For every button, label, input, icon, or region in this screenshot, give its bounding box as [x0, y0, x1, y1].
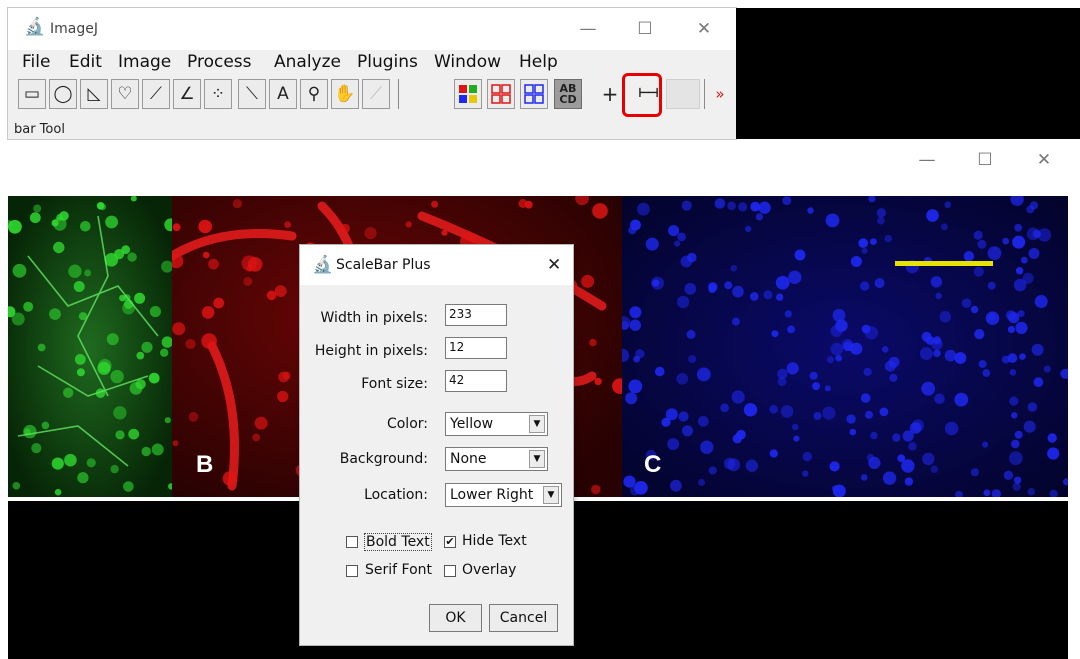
microscope-icon: 🔬 [312, 255, 334, 275]
scale-bar [895, 261, 993, 266]
background-select[interactable]: None ▼ [445, 447, 548, 471]
location-select-value: Lower Right [450, 487, 534, 503]
polygon-tool[interactable]: ◺ [80, 79, 108, 109]
oval-tool[interactable]: ◯ [49, 79, 77, 109]
line-tool[interactable]: ⟋ [142, 79, 170, 109]
dialog-title: ScaleBar Plus [336, 257, 431, 273]
chevron-down-icon: ▼ [529, 415, 545, 433]
blue-grid-icon [524, 84, 544, 104]
minimize-button[interactable]: — [568, 19, 608, 39]
red-grid-icon [491, 84, 511, 104]
green-channel-panel [8, 196, 172, 498]
menu-window[interactable]: Window [434, 52, 501, 72]
menu-process[interactable]: Process [187, 52, 252, 72]
image-minimize-button[interactable]: — [907, 150, 947, 170]
empty-tool-slot [666, 79, 700, 109]
menu-file[interactable]: File [22, 52, 50, 72]
more-tools-button[interactable]: » [706, 79, 734, 109]
dropper-tool[interactable]: ⟋ [362, 79, 390, 109]
bold-text-label: Bold Text [364, 533, 432, 551]
status-bar: bar Tool [14, 122, 65, 137]
image-window-titlebar: — ☐ ✕ [0, 142, 1080, 192]
label-tool-line2: CD [559, 93, 577, 106]
background-black [736, 8, 1080, 139]
stack-tool[interactable] [487, 79, 515, 109]
channels-tool[interactable] [454, 79, 482, 109]
panel-b-label: B [196, 451, 213, 478]
blue-channel-panel: C [622, 196, 1068, 498]
color-select-value: Yellow [450, 416, 494, 432]
menu-bar: File Edit Image Process Analyze Plugins … [8, 50, 736, 75]
rectangle-tool[interactable]: ▭ [18, 79, 46, 109]
menu-image[interactable]: Image [118, 52, 171, 72]
crosshair-tool[interactable]: + [596, 79, 624, 109]
menu-help[interactable]: Help [519, 52, 558, 72]
chevron-down-icon: ▼ [529, 450, 545, 468]
location-label: Location: [364, 487, 428, 503]
hand-tool[interactable]: ✋ [331, 79, 359, 109]
height-label: Height in pixels: [314, 343, 428, 359]
height-input[interactable]: 12 [445, 337, 507, 359]
color-select[interactable]: Yellow ▼ [445, 412, 548, 436]
layout-tool[interactable] [520, 79, 548, 109]
label-tool[interactable]: AB CD [554, 79, 582, 109]
microscope-icon: 🔬 [24, 17, 46, 37]
color-grid-icon [459, 85, 477, 103]
panel-c-label: C [644, 451, 661, 478]
ok-button[interactable]: OK [429, 604, 482, 632]
image-close-button[interactable]: ✕ [1024, 150, 1064, 170]
chevron-down-icon: ▼ [543, 486, 559, 504]
dialog-titlebar: 🔬 ScaleBar Plus ✕ [300, 245, 573, 285]
width-input[interactable]: 233 [445, 304, 507, 326]
menu-analyze[interactable]: Analyze [274, 52, 341, 72]
serif-font-label: Serif Font [365, 562, 433, 578]
hide-text-checkbox[interactable]: ✔ [444, 536, 456, 548]
dialog-close-button[interactable]: ✕ [547, 255, 561, 275]
cancel-button[interactable]: Cancel [489, 604, 558, 632]
toolbar-separator [398, 79, 399, 109]
font-size-label: Font size: [361, 376, 428, 392]
width-label: Width in pixels: [320, 310, 428, 326]
location-select[interactable]: Lower Right ▼ [445, 483, 562, 507]
imagej-title: ImageJ [50, 21, 98, 37]
freehand-tool[interactable]: ♡ [111, 79, 139, 109]
text-tool[interactable]: A [269, 79, 297, 109]
menu-edit[interactable]: Edit [69, 52, 102, 72]
highlight-annotation [622, 73, 662, 117]
overlay-label: Overlay [462, 562, 517, 578]
color-label: Color: [386, 416, 428, 432]
magnifier-tool[interactable]: ⚲ [300, 79, 328, 109]
bold-text-checkbox[interactable] [346, 536, 358, 548]
font-size-input[interactable]: 42 [445, 370, 507, 392]
scalebar-dialog: 🔬 ScaleBar Plus ✕ Width in pixels: 233 H… [300, 245, 573, 645]
point-tool[interactable]: ⁘ [204, 79, 232, 109]
maximize-button[interactable]: ☐ [625, 19, 665, 39]
angle-tool[interactable]: ∠ [173, 79, 201, 109]
background-label: Background: [339, 451, 428, 467]
serif-font-checkbox[interactable] [346, 565, 358, 577]
image-maximize-button[interactable]: ☐ [965, 150, 1005, 170]
imagej-titlebar: 🔬 ImageJ — ☐ ✕ [8, 8, 736, 50]
background-select-value: None [450, 451, 487, 467]
wand-tool[interactable]: ⟍ [238, 79, 266, 109]
overlay-checkbox[interactable] [444, 565, 456, 577]
toolbar-separator-right [704, 79, 705, 109]
hide-text-label: Hide Text [462, 533, 527, 549]
menu-plugins[interactable]: Plugins [357, 52, 418, 72]
close-button[interactable]: ✕ [684, 19, 724, 39]
